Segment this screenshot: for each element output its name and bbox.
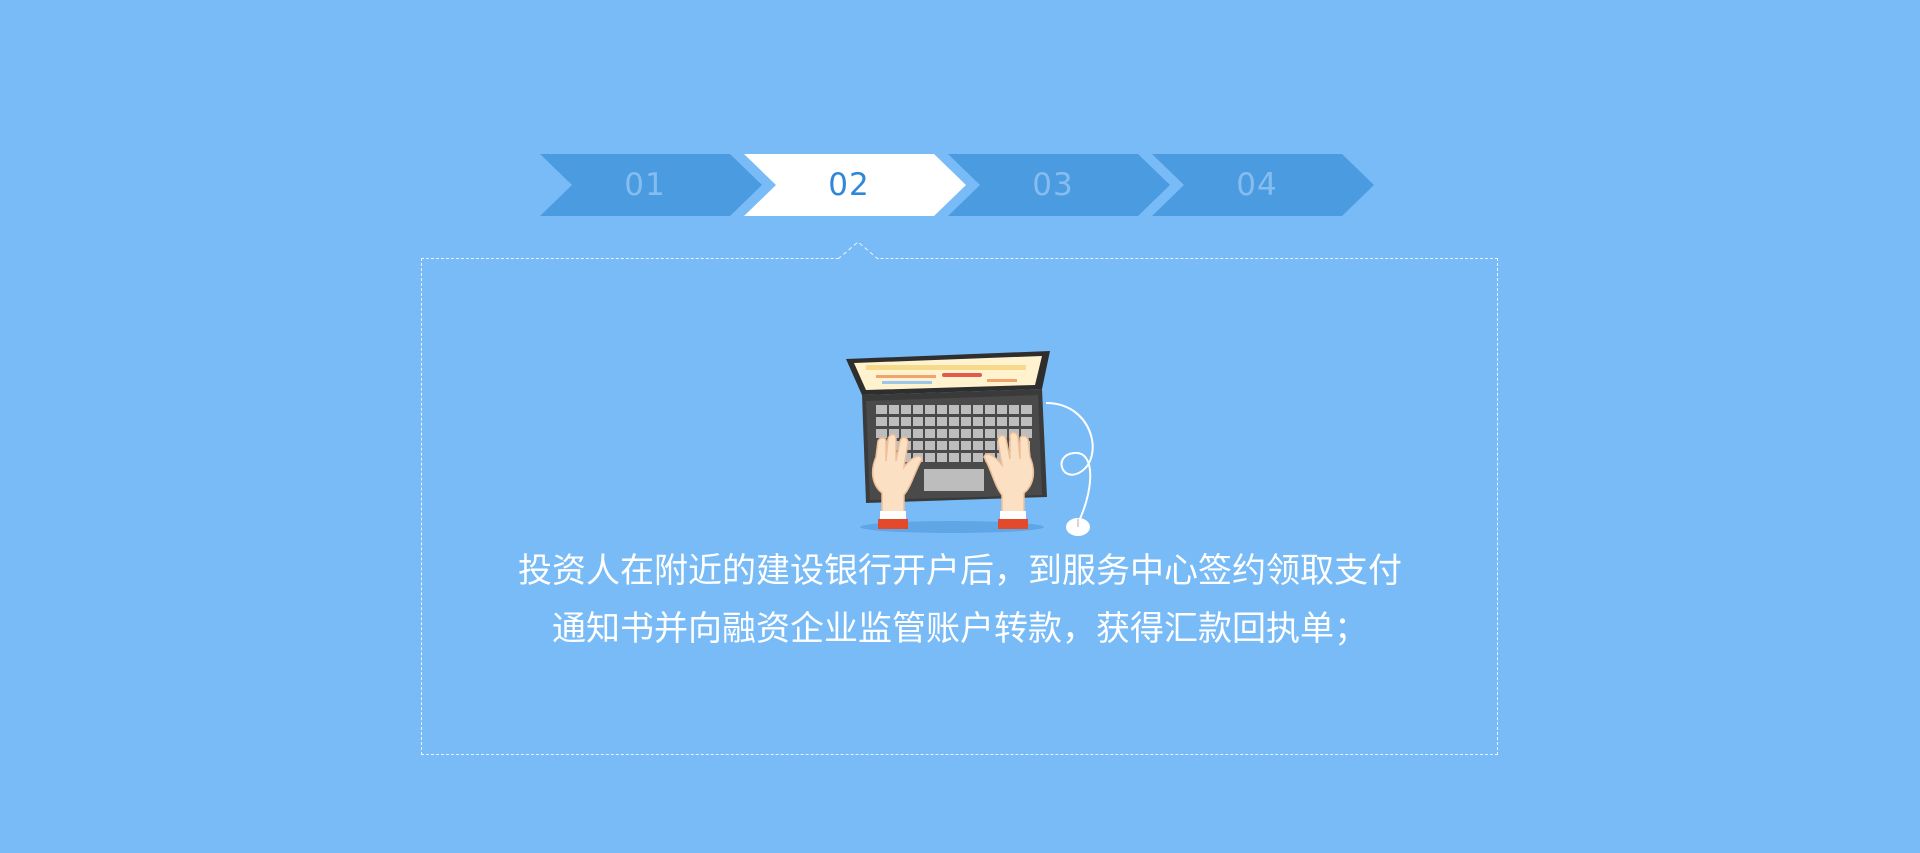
description-line-1: 投资人在附近的建设银行开户后，到服务中心签约领取支付 xyxy=(518,551,1402,591)
step-description: 投资人在附近的建设银行开户后，到服务中心签约领取支付 通知书并向融资企业监管账户… xyxy=(460,542,1460,658)
step-04[interactable]: 04 xyxy=(1152,154,1382,216)
step-label: 01 xyxy=(624,167,666,203)
step-02[interactable]: 02 xyxy=(744,154,974,216)
stepper: 01 02 03 04 xyxy=(540,154,1380,216)
description-line-2: 通知书并向融资企业监管账户转款，获得汇款回执单； xyxy=(552,609,1368,649)
laptop-typing-hands-icon xyxy=(846,351,1094,536)
step-01[interactable]: 01 xyxy=(540,154,770,216)
step-label: 03 xyxy=(1032,167,1074,203)
step-03[interactable]: 03 xyxy=(948,154,1178,216)
panel-pointer-notch xyxy=(838,241,878,260)
step-label: 02 xyxy=(828,167,870,203)
step-label: 04 xyxy=(1236,167,1278,203)
